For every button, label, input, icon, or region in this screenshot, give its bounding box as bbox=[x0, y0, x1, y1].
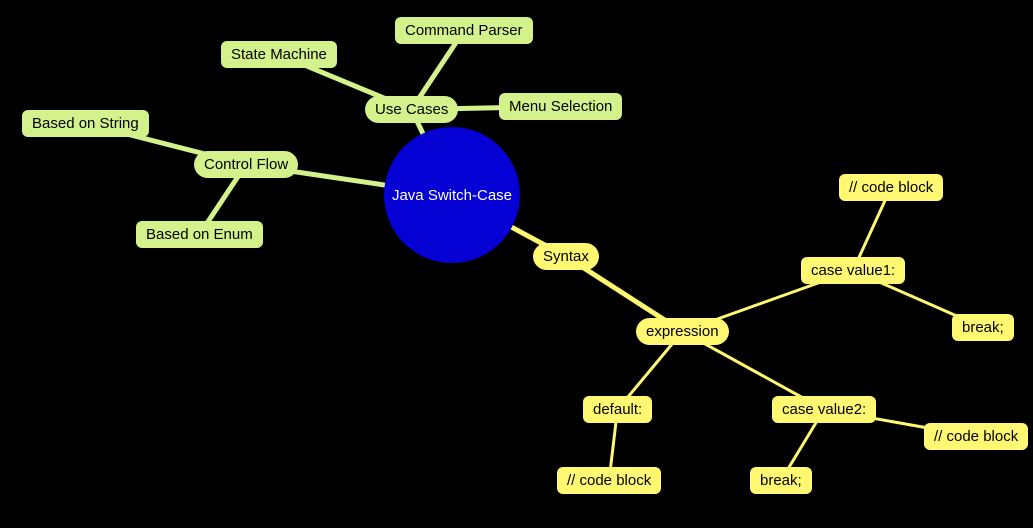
node-label: break; bbox=[962, 319, 1004, 336]
node-syntax: Syntax bbox=[533, 243, 599, 270]
node-controlflow: Control Flow bbox=[194, 151, 298, 178]
node-menusel: Menu Selection bbox=[499, 93, 622, 120]
node-label: Menu Selection bbox=[509, 98, 612, 115]
node-case1: case value1: bbox=[801, 257, 905, 284]
node-label: // code block bbox=[934, 428, 1018, 445]
node-label: Based on String bbox=[32, 115, 139, 132]
node-label: case value2: bbox=[782, 401, 866, 418]
node-expr: expression bbox=[636, 318, 729, 345]
node-basedenum: Based on Enum bbox=[136, 221, 263, 248]
node-label: expression bbox=[646, 323, 719, 340]
node-default: default: bbox=[583, 396, 652, 423]
node-label: case value1: bbox=[811, 262, 895, 279]
node-defcode: // code block bbox=[557, 467, 661, 494]
node-label: // code block bbox=[567, 472, 651, 489]
node-label: Command Parser bbox=[405, 22, 523, 39]
node-label: Use Cases bbox=[375, 101, 448, 118]
node-basedstr: Based on String bbox=[22, 110, 149, 137]
node-c2break: break; bbox=[750, 467, 812, 494]
node-c1code: // code block bbox=[839, 174, 943, 201]
node-label: Based on Enum bbox=[146, 226, 253, 243]
node-label: Control Flow bbox=[204, 156, 288, 173]
node-label: Syntax bbox=[543, 248, 589, 265]
node-case2: case value2: bbox=[772, 396, 876, 423]
node-state: State Machine bbox=[221, 41, 337, 68]
node-c1break: break; bbox=[952, 314, 1014, 341]
node-usecases: Use Cases bbox=[365, 96, 458, 123]
node-label: State Machine bbox=[231, 46, 327, 63]
center-node: Java Switch-Case bbox=[384, 127, 520, 263]
node-cmdparser: Command Parser bbox=[395, 17, 533, 44]
node-label: // code block bbox=[849, 179, 933, 196]
center-label: Java Switch-Case bbox=[392, 187, 512, 204]
node-label: default: bbox=[593, 401, 642, 418]
node-c2code: // code block bbox=[924, 423, 1028, 450]
node-label: break; bbox=[760, 472, 802, 489]
